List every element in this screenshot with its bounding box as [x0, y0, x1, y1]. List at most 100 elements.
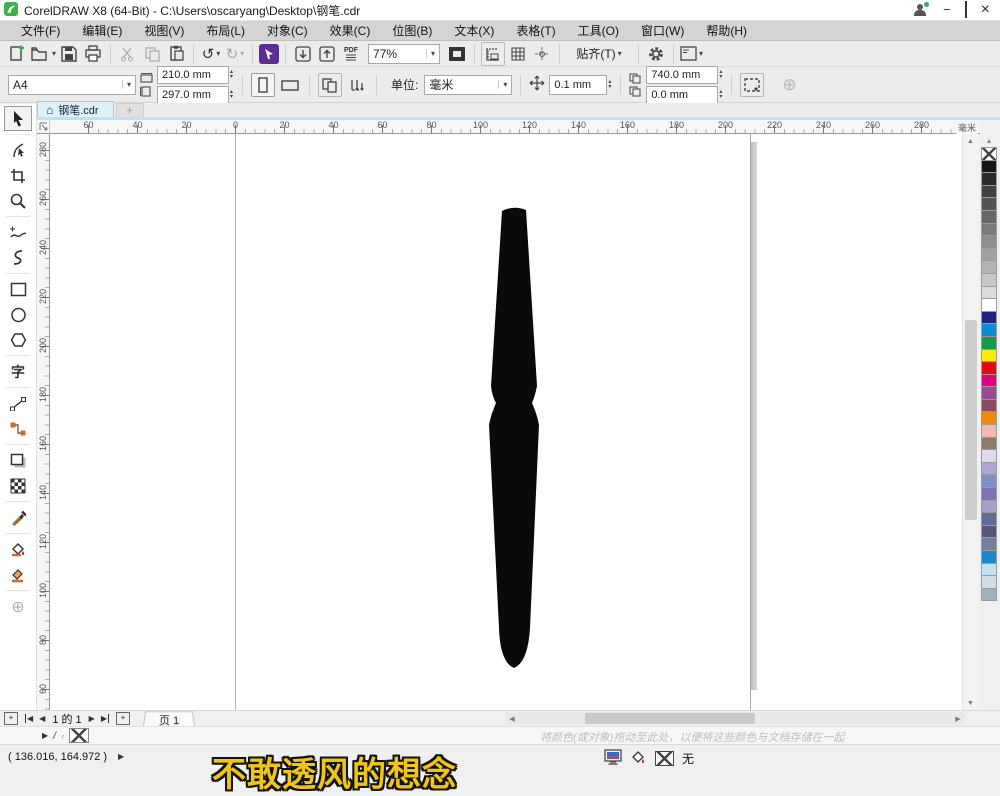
color-swatch[interactable]	[981, 424, 997, 438]
units-dropdown-icon[interactable]: ▾	[498, 80, 507, 89]
color-swatch[interactable]	[981, 298, 997, 312]
duplicate-x-stepper[interactable]: ▴ ▾	[718, 69, 723, 80]
fill-color-icon[interactable]	[630, 750, 647, 768]
all-pages-button[interactable]	[318, 72, 343, 97]
menu-item[interactable]: 窗口(W)	[630, 20, 695, 41]
document-tab[interactable]: ⌂ 钢笔.cdr	[37, 101, 114, 117]
first-page-button[interactable]: ◀	[25, 714, 33, 723]
nudge-stepper[interactable]: ▴ ▾	[607, 79, 612, 90]
color-swatch[interactable]	[981, 487, 997, 501]
color-swatch[interactable]	[981, 235, 997, 249]
smart-fill-tool[interactable]	[4, 562, 32, 587]
rectangle-tool[interactable]	[4, 277, 32, 302]
snap-to-dropdown[interactable]: 贴齐(T) ▾	[566, 43, 632, 65]
vertical-ruler[interactable]: 280 260 240 220 200 180 160 140 120 100 80 60	[37, 134, 50, 710]
zoom-tool[interactable]	[4, 188, 32, 213]
pen-shape[interactable]	[478, 202, 542, 672]
duplicate-y-field[interactable]: 0.0 mm	[646, 85, 719, 104]
page-tab[interactable]: 页 1	[142, 710, 196, 727]
page-height-field[interactable]: 297.0 mm	[157, 85, 229, 104]
new-tab-button[interactable]: +	[115, 103, 144, 117]
color-swatch[interactable]	[981, 310, 997, 325]
scroll-down-icon[interactable]: ▼	[963, 696, 978, 710]
portrait-button[interactable]	[251, 72, 276, 97]
drop-shadow-tool[interactable]	[4, 448, 32, 473]
menu-item[interactable]: 效果(C)	[319, 20, 382, 41]
current-page-button[interactable]	[346, 74, 368, 96]
scroll-right-icon[interactable]: ▶	[951, 715, 965, 723]
color-swatch[interactable]	[981, 398, 997, 413]
ellipse-tool[interactable]	[4, 302, 32, 327]
vertical-scroll-thumb[interactable]	[965, 320, 977, 520]
open-button[interactable]: ▾	[30, 43, 56, 65]
color-swatch[interactable]	[981, 247, 997, 262]
add-page-before-button[interactable]: +	[4, 712, 18, 725]
signin-icon[interactable]	[914, 2, 930, 17]
color-swatch[interactable]	[981, 575, 997, 589]
show-rulers-button[interactable]	[481, 41, 506, 66]
page-height-stepper[interactable]: ▴ ▾	[229, 89, 234, 100]
menu-item[interactable]: 编辑(E)	[71, 20, 133, 41]
close-button[interactable]: ×	[981, 2, 990, 18]
color-swatch[interactable]	[981, 587, 997, 602]
scroll-up-icon[interactable]: ▲	[963, 134, 978, 148]
menu-item[interactable]: 工具(O)	[567, 20, 630, 41]
landscape-button[interactable]	[279, 74, 301, 96]
menu-item[interactable]: 布局(L)	[195, 20, 256, 41]
color-proof-monitor-icon[interactable]	[604, 749, 622, 768]
menu-item[interactable]: 文件(F)	[10, 20, 71, 41]
horizontal-scroll-thumb[interactable]	[585, 713, 755, 724]
zoom-dropdown-icon[interactable]: ▾	[426, 49, 435, 58]
color-eyedropper-tool[interactable]	[4, 505, 32, 530]
application-launcher-button[interactable]: ▾	[680, 43, 703, 65]
save-button[interactable]	[58, 43, 80, 65]
doc-palette-no-color-swatch[interactable]	[69, 728, 90, 743]
search-content-button[interactable]	[259, 43, 280, 64]
interactive-fill-tool[interactable]	[4, 537, 32, 562]
units-select[interactable]: 毫米 ▾	[424, 74, 513, 95]
color-swatch[interactable]	[981, 499, 997, 514]
polygon-tool[interactable]	[4, 327, 32, 352]
doc-palette-eyedropper-icon[interactable]: /	[52, 729, 57, 741]
connector-tool[interactable]	[4, 416, 32, 441]
import-button[interactable]	[292, 43, 314, 65]
menu-item[interactable]: 表格(T)	[505, 20, 566, 41]
color-swatch[interactable]	[981, 461, 997, 476]
menu-item[interactable]: 对象(C)	[256, 20, 319, 41]
color-swatch[interactable]	[981, 550, 997, 564]
vertical-scrollbar[interactable]: ▲ ▼	[962, 134, 978, 710]
doc-palette-scroll-left-icon[interactable]: ‹	[61, 731, 64, 741]
shape-tool[interactable]	[4, 138, 32, 163]
color-swatch[interactable]	[981, 209, 997, 224]
color-swatch[interactable]	[981, 222, 997, 237]
color-swatch[interactable]	[981, 159, 997, 174]
color-swatch[interactable]	[981, 285, 997, 300]
page-width-stepper[interactable]: ▴ ▾	[229, 69, 234, 80]
add-page-after-button[interactable]: +	[115, 712, 130, 725]
menu-item[interactable]: 帮助(H)	[695, 20, 758, 41]
undo-button[interactable]: ↺ ▾	[200, 43, 222, 65]
text-tool[interactable]: 字	[4, 359, 32, 384]
color-swatch[interactable]	[981, 537, 997, 551]
menu-item[interactable]: 视图(V)	[133, 20, 195, 41]
color-swatch[interactable]	[981, 323, 997, 337]
show-grid-button[interactable]	[507, 43, 529, 65]
new-document-button[interactable]	[6, 43, 28, 65]
paste-button[interactable]	[165, 43, 187, 65]
palette-scroll-up-icon[interactable]: ▲	[986, 134, 993, 148]
color-swatch[interactable]	[981, 436, 997, 451]
menu-item[interactable]: 位图(B)	[381, 20, 443, 41]
outline-none-swatch[interactable]	[655, 751, 674, 766]
transparency-tool[interactable]	[4, 473, 32, 498]
toolbox-customize-button[interactable]: ⊕	[4, 594, 32, 619]
color-swatch[interactable]	[981, 335, 997, 350]
next-page-button[interactable]: ▶	[89, 714, 95, 723]
doc-palette-flyout-icon[interactable]: ▶	[42, 731, 48, 740]
color-swatch[interactable]	[981, 411, 997, 426]
export-button[interactable]	[316, 43, 338, 65]
treat-as-filled-button[interactable]	[740, 72, 765, 97]
zoom-level-select[interactable]: 77% ▾	[368, 43, 441, 64]
color-swatch[interactable]	[981, 197, 997, 211]
last-page-button[interactable]: ▶	[101, 714, 109, 723]
preset-dropdown-icon[interactable]: ▾	[121, 80, 131, 89]
